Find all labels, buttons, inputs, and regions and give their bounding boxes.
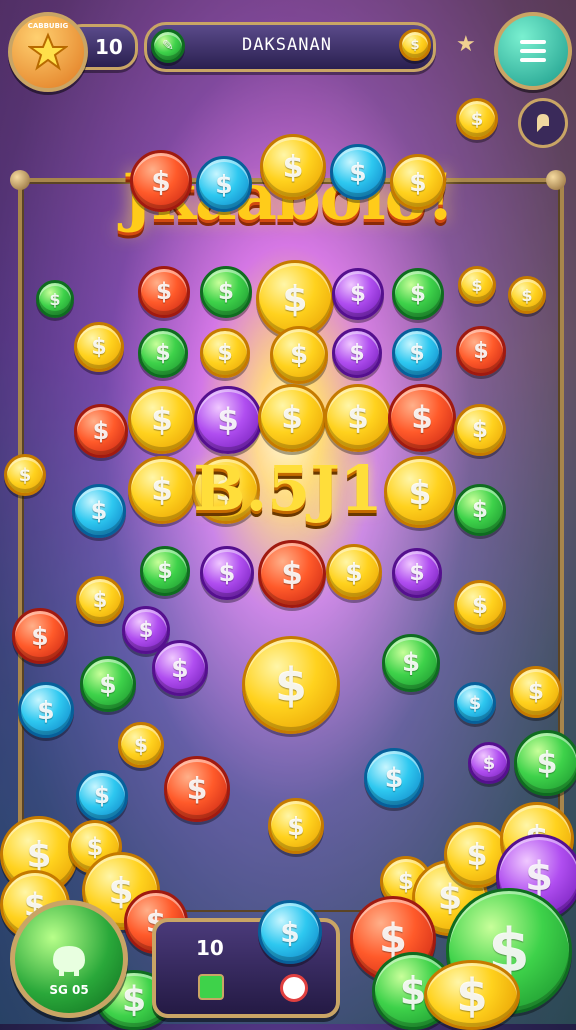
menu-icon xyxy=(520,40,546,62)
coin-icon[interactable]: $ xyxy=(12,608,68,664)
coin-icon[interactable]: $ xyxy=(392,328,442,378)
coin-icon[interactable]: $ xyxy=(164,756,230,822)
panel-coin-icon: $ xyxy=(258,900,322,964)
coin-icon[interactable]: $ xyxy=(200,266,252,318)
coin-icon: $ xyxy=(399,29,431,61)
coin-icon[interactable]: $ xyxy=(194,386,262,454)
coin-icon[interactable]: $ xyxy=(454,682,496,724)
coin-icon[interactable]: $ xyxy=(258,540,326,608)
coin-icon[interactable]: $ xyxy=(128,386,196,454)
coin-icon[interactable]: $ xyxy=(74,322,124,372)
coin-icon[interactable]: $ xyxy=(36,280,74,318)
coin-icon[interactable]: $ xyxy=(80,656,136,712)
leaf-icon: ✎ xyxy=(151,29,185,63)
sparkle-icon: ★ xyxy=(456,32,476,57)
coin-icon[interactable]: $ xyxy=(510,666,562,718)
info-button[interactable] xyxy=(518,98,568,148)
coin-icon[interactable]: $ xyxy=(330,144,386,200)
coin-icon[interactable]: $ xyxy=(454,580,506,632)
coin-icon[interactable]: $ xyxy=(138,266,190,318)
coin-icon[interactable]: $ xyxy=(390,154,446,210)
coin-icon[interactable]: $ xyxy=(392,548,442,598)
play-button[interactable]: SG 05 xyxy=(10,900,128,1018)
coin-icon[interactable]: $ xyxy=(268,798,324,854)
coin-icon[interactable]: $ xyxy=(454,404,506,456)
center-text: B.5J1 xyxy=(193,452,383,525)
level-value: 10 xyxy=(95,35,123,59)
player-badge[interactable]: CABBUBIG xyxy=(8,12,88,92)
coin-icon[interactable]: $ xyxy=(332,328,382,378)
coin-icon[interactable]: $ xyxy=(514,730,576,796)
coin-icon[interactable]: $ xyxy=(324,384,392,452)
panel-value: 10 xyxy=(196,936,224,960)
coin-icon[interactable]: $ xyxy=(130,150,192,212)
coin-icon[interactable]: $ xyxy=(508,276,546,314)
coin-icon[interactable]: $ xyxy=(242,636,340,734)
coin-icon[interactable]: $ xyxy=(468,742,510,784)
menu-button[interactable] xyxy=(494,12,572,90)
coin-icon[interactable]: $ xyxy=(364,748,424,808)
square-toggle[interactable] xyxy=(198,974,224,1000)
coin-icon[interactable]: $ xyxy=(196,156,252,212)
coin-icon[interactable]: $ xyxy=(118,722,164,768)
coin-icon[interactable]: $ xyxy=(424,960,520,1030)
coin-icon[interactable]: $ xyxy=(200,328,250,378)
coin-icon[interactable]: $ xyxy=(388,384,456,452)
coin-icon[interactable]: $ xyxy=(392,268,444,320)
play-button-label: SG 05 xyxy=(49,983,89,997)
badge-label: CABBUBIG xyxy=(27,22,69,30)
coin-icon[interactable]: $ xyxy=(138,328,188,378)
coin-icon[interactable]: $ xyxy=(458,266,496,304)
name-field[interactable]: ✎ DAKSANAN $ xyxy=(144,22,436,72)
coin-icon[interactable]: $ xyxy=(382,634,440,692)
coin-icon[interactable]: $ xyxy=(76,576,124,624)
info-icon xyxy=(537,114,549,132)
coin-icon[interactable]: $ xyxy=(76,770,128,822)
coin-icon[interactable]: $ xyxy=(74,404,128,458)
star-icon xyxy=(28,32,68,71)
coin-icon[interactable]: $ xyxy=(270,326,328,384)
coin-icon[interactable]: $ xyxy=(260,134,326,200)
coin-icon[interactable]: $ xyxy=(18,682,74,738)
record-toggle[interactable] xyxy=(280,974,308,1002)
coin-icon[interactable]: $ xyxy=(456,326,506,376)
coin-icon[interactable]: $ xyxy=(200,546,254,600)
piggy-icon xyxy=(53,946,85,976)
coin-icon[interactable]: $ xyxy=(152,640,208,696)
coin-icon[interactable]: $ xyxy=(140,546,190,596)
coin-icon[interactable]: $ xyxy=(258,384,326,452)
coin-icon[interactable]: $ xyxy=(332,268,384,320)
coin-icon[interactable]: $ xyxy=(456,98,498,140)
coin-icon[interactable]: $ xyxy=(326,544,382,600)
name-field-text: DAKSANAN xyxy=(242,35,332,55)
